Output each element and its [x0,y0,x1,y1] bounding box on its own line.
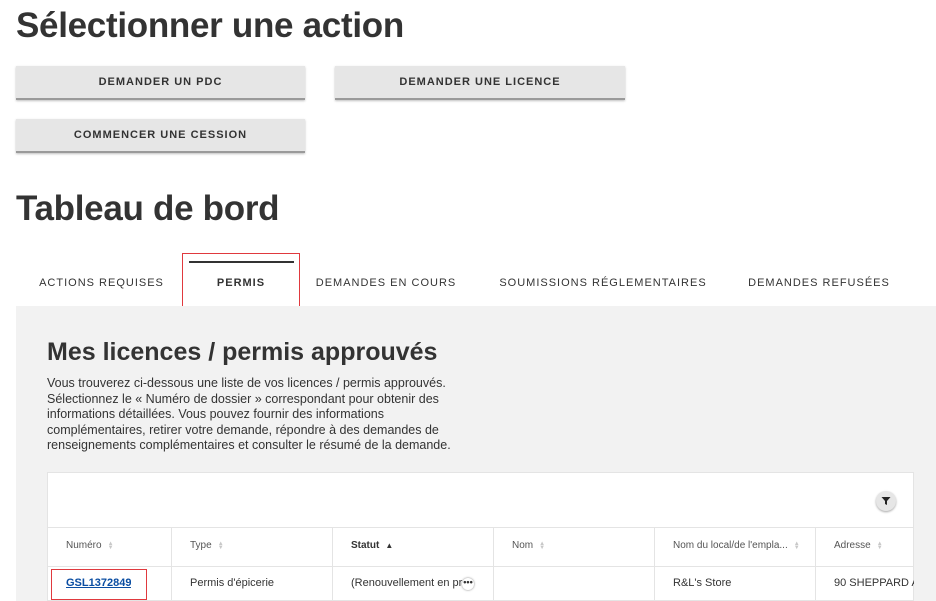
column-separator [171,528,172,601]
column-header-numero[interactable]: Numéro ▲ ▼ [66,540,114,551]
dashboard-title: Tableau de bord [16,189,280,228]
sort-icon: ▲ ▼ [539,540,546,551]
table-header-divider [48,527,914,528]
column-separator [332,528,333,601]
column-header-adresse[interactable]: Adresse ▲ ▼ [834,540,883,551]
column-header-nom[interactable]: Nom ▲ ▼ [512,540,545,551]
tab-demandes-en-cours[interactable]: DEMANDES EN COURS [310,254,462,312]
sort-icon: ▲ ▼ [793,540,800,551]
more-options-icon[interactable]: ••• [462,578,474,590]
cell-type: Permis d'épicerie [190,577,275,589]
column-header-label: Type [190,540,212,551]
request-pdc-button[interactable]: DEMANDER UN PDC [16,66,305,100]
column-header-label: Statut [351,540,380,551]
start-cession-button[interactable]: COMMENCER UNE CESSION [16,119,305,153]
active-tab-highlight [182,253,300,313]
request-licence-button[interactable]: DEMANDER UNE LICENCE [335,66,625,100]
cell-statut: (Renouvellement en pro [351,577,464,589]
filter-icon [881,497,891,505]
column-header-label: Numéro [66,540,102,551]
sort-icon: ▲ ▼ [217,540,224,551]
sort-icon: ▲ ▼ [107,540,114,551]
column-separator [654,528,655,601]
panel-description: Vous trouverez ci-dessous une liste de v… [47,376,451,452]
licences-table [47,472,914,601]
file-number-highlight [51,569,147,600]
tab-demandes-refusees[interactable]: DEMANDES REFUSÉES [742,254,896,312]
panel-title: Mes licences / permis approuvés [47,338,438,366]
column-header-type[interactable]: Type ▲ ▼ [190,540,224,551]
table-row-divider [48,566,914,567]
column-separator [815,528,816,601]
column-header-local[interactable]: Nom du local/de l'empla... ▲ ▼ [673,540,800,551]
cell-adresse: 90 SHEPPARD AV [834,577,914,589]
column-header-label: Nom du local/de l'empla... [673,540,788,551]
column-header-label: Adresse [834,540,871,551]
tab-actions-requises[interactable]: ACTIONS REQUISES [30,254,173,312]
cell-local: R&L's Store [673,577,732,589]
actions-title: Sélectionner une action [16,6,404,45]
sort-ascending-icon: ▲ [385,541,394,550]
sort-icon: ▲ ▼ [876,540,883,551]
filter-button[interactable] [876,491,896,511]
column-header-label: Nom [512,540,534,551]
column-header-statut[interactable]: Statut ▲ [351,540,393,551]
column-separator [493,528,494,601]
tab-soumissions-reglementaires[interactable]: SOUMISSIONS RÉGLEMENTAIRES [494,254,712,312]
